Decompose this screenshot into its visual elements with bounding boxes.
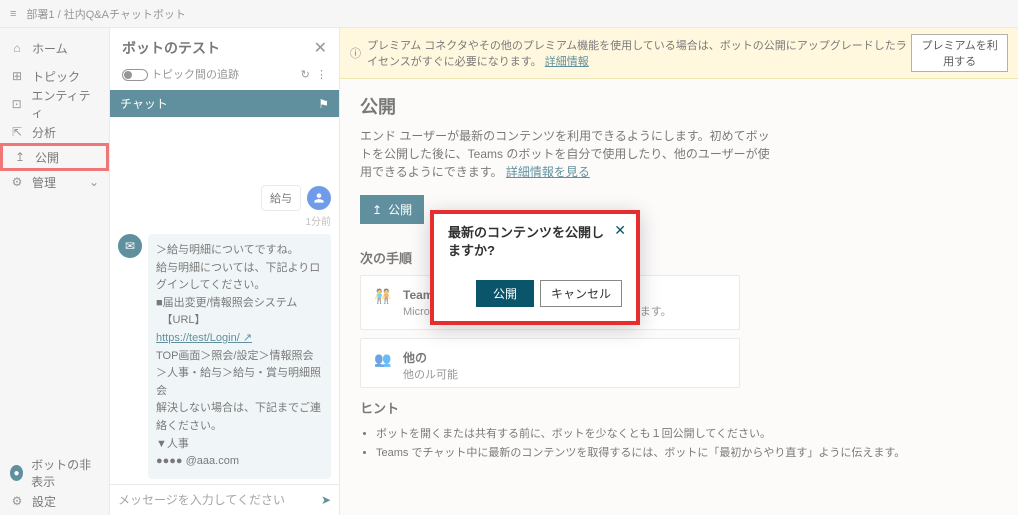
dialog-ok-button[interactable]: 公開	[476, 280, 534, 307]
dialog-close-icon[interactable]: ✕	[614, 222, 626, 239]
publish-dialog: ✕ 最新のコンテンツを公開しますか? 公開 キャンセル	[430, 210, 640, 325]
dialog-title: 最新のコンテンツを公開しますか?	[448, 224, 622, 260]
dialog-cancel-button[interactable]: キャンセル	[540, 280, 622, 307]
